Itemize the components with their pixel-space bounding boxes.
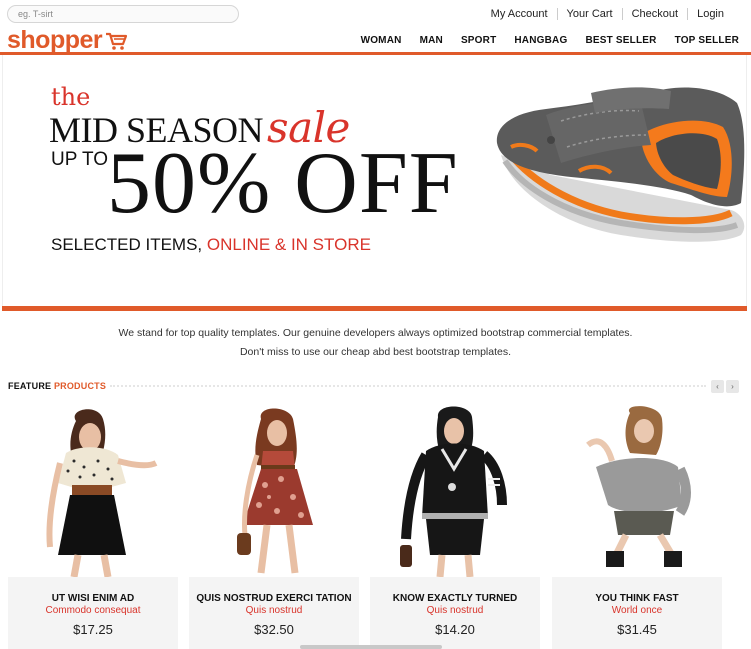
product-card[interactable]: KNOW EXACTLY TURNED Quis nostrud $14.20 — [370, 405, 540, 649]
product-price: $31.45 — [617, 622, 657, 637]
nav-woman[interactable]: WOMAN — [361, 35, 402, 46]
hero-online-store: ONLINE & IN STORE — [206, 235, 371, 254]
product-name[interactable]: UT WISI ENIM AD — [8, 593, 178, 604]
checkout-link[interactable]: Checkout — [621, 8, 687, 20]
feature-label: FEATURE — [8, 381, 52, 391]
product-subtitle: Quis nostrud — [245, 605, 303, 616]
carousel-prev-button[interactable]: ‹ — [711, 380, 724, 393]
main-header: shopper WOMAN MAN SPORT HANGBAG BEST SEL… — [0, 26, 751, 55]
section-divider — [110, 385, 706, 387]
carousel-next-button[interactable]: › — [726, 380, 739, 393]
product-subtitle: Quis nostrud — [426, 605, 484, 616]
product-card[interactable]: YOU THINK FAST World once $31.45 — [552, 405, 722, 649]
feature-highlight: PRODUCTS — [53, 381, 107, 391]
nav-best-seller[interactable]: BEST SELLER — [585, 35, 656, 46]
product-info: YOU THINK FAST World once $31.45 — [552, 577, 722, 649]
top-bar: eg. T-sirt My Account Your Cart Checkout… — [0, 0, 751, 28]
nav-top-seller[interactable]: TOP SELLER — [675, 35, 739, 46]
product-card[interactable]: QUIS NOSTRUD EXERCI TATION Quis nostrud … — [189, 405, 359, 649]
tagline-line-2: Don't miss to use our cheap abd best boo… — [239, 346, 512, 358]
product-image — [586, 406, 691, 567]
product-name[interactable]: YOU THINK FAST — [552, 593, 722, 604]
nav-hangbag[interactable]: HANGBAG — [514, 35, 567, 46]
nav-man[interactable]: MAN — [420, 35, 443, 46]
product-info: UT WISI ENIM AD Commodo consequat $17.25 — [8, 577, 178, 649]
hero-up-to: UP TO — [51, 149, 109, 170]
product-info: KNOW EXACTLY TURNED Quis nostrud $14.20 — [370, 577, 540, 649]
sandal-image — [496, 87, 745, 242]
hero-subline: SELECTED ITEMS, ONLINE & IN STORE — [51, 235, 371, 255]
your-cart-link[interactable]: Your Cart — [556, 8, 622, 20]
hero-selected-items: SELECTED ITEMS, — [51, 235, 203, 254]
nav-sport[interactable]: SPORT — [461, 35, 496, 46]
product-name[interactable]: KNOW EXACTLY TURNED — [370, 593, 540, 604]
product-price: $17.25 — [73, 622, 113, 637]
product-card[interactable]: UT WISI ENIM AD Commodo consequat $17.25 — [8, 405, 178, 649]
chevron-right-icon: › — [731, 382, 734, 391]
chevron-left-icon: ‹ — [716, 382, 719, 391]
product-image — [237, 408, 313, 574]
tagline-line-1: We stand for top quality templates. Our … — [118, 327, 633, 339]
product-price: $14.20 — [435, 622, 475, 637]
product-image — [400, 406, 507, 577]
product-price: $32.50 — [254, 622, 294, 637]
my-account-link[interactable]: My Account — [482, 8, 557, 20]
feature-products-title: FEATURE PRODUCTS — [8, 381, 106, 391]
login-link[interactable]: Login — [687, 8, 733, 20]
hero-banner[interactable]: the MID SEASONsale UP TO 50% OFF SELECTE… — [2, 55, 747, 307]
main-nav: WOMAN MAN SPORT HANGBAG BEST SELLER TOP … — [343, 35, 739, 46]
horizontal-scrollbar[interactable] — [300, 645, 442, 649]
logo-text: shopper — [7, 26, 103, 54]
account-links: My Account Your Cart Checkout Login — [482, 8, 733, 20]
hero-discount: 50% OFF — [107, 135, 459, 232]
search-input[interactable]: eg. T-sirt — [7, 5, 239, 23]
product-info: QUIS NOSTRUD EXERCI TATION Quis nostrud … — [189, 577, 359, 649]
logo[interactable]: shopper — [7, 26, 128, 55]
product-image — [46, 409, 158, 577]
shopping-cart-icon — [106, 32, 128, 50]
hero-divider — [2, 306, 747, 311]
product-subtitle: Commodo consequat — [45, 605, 141, 616]
product-name[interactable]: QUIS NOSTRUD EXERCI TATION — [189, 593, 359, 604]
product-subtitle: World once — [611, 605, 663, 616]
